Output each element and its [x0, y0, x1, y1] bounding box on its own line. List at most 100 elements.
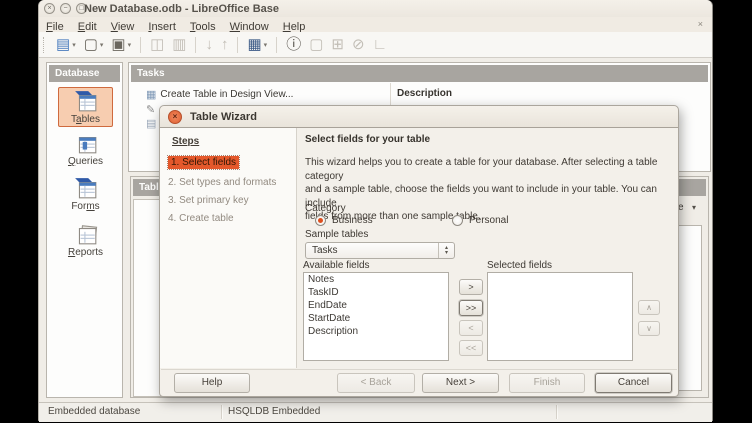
screen: × − □ New Database.odb - LibreOffice Bas… — [0, 0, 752, 423]
folder-icon: ▢ — [309, 37, 323, 53]
none-icon: ⊘ — [352, 37, 365, 53]
move-right-button[interactable]: > — [459, 279, 483, 295]
menubar: FileEditViewInsertToolsWindowHelp × — [39, 17, 712, 32]
description-header: Description — [397, 88, 452, 99]
radio-personal[interactable] — [452, 215, 463, 226]
open-button[interactable]: ▢▾ — [81, 36, 107, 54]
close-document-icon[interactable]: × — [698, 19, 703, 29]
radio-business[interactable] — [315, 215, 326, 226]
table-button[interactable]: ⊞ — [328, 36, 347, 54]
wizard-description: This wizard helps you to create a table … — [305, 156, 680, 224]
chevron-down-icon: ▾ — [72, 41, 76, 49]
tasks-panel-header: Tasks — [131, 65, 708, 82]
toolbar-grip[interactable] — [43, 37, 49, 53]
wizard-description-line: and a sample table, choose the fields yo… — [305, 183, 680, 210]
list-item[interactable]: EndDate — [304, 299, 448, 312]
sample-tables-dropdown[interactable]: Tasks ▴▾ — [305, 242, 455, 259]
wizard-main-pane: Select fields for your table This wizard… — [297, 128, 680, 368]
sample-tables-label: Sample tables — [305, 229, 368, 240]
chevron-down-icon: ▾ — [100, 41, 104, 49]
sidebar-item-tables[interactable]: Tables — [47, 89, 124, 125]
available-fields-listbox[interactable]: NotesTaskIDEndDateStartDateDescription — [303, 272, 449, 361]
dialog-close-icon[interactable]: × — [168, 110, 182, 124]
toolbar-separator — [140, 37, 141, 53]
form-button[interactable]: ▦▾ — [244, 36, 270, 54]
sidebar-item-forms[interactable]: Forms — [47, 176, 124, 212]
cancel-button[interactable]: Cancel — [595, 373, 672, 393]
wizard-description-line: This wizard helps you to create a table … — [305, 156, 680, 183]
move-up-button[interactable]: ∧ — [638, 300, 660, 315]
move-all-right-button[interactable]: >> — [459, 300, 483, 316]
chevron-down-icon[interactable]: ▾ — [692, 203, 696, 212]
save-button[interactable]: ▣▾ — [108, 36, 134, 54]
statusbar: Embedded database HSQLDB Embedded — [39, 402, 712, 422]
window-minimize-icon[interactable]: − — [60, 3, 71, 14]
form-icon: ▦ — [247, 37, 261, 53]
sort-descending-button[interactable]: ↑ — [218, 36, 232, 54]
stepper-arrows-icon[interactable]: ▴▾ — [438, 243, 454, 258]
sidebar-item-reports[interactable]: Reports — [47, 222, 124, 258]
toolbar-separator — [195, 37, 196, 53]
radio-label-business: Business — [332, 215, 373, 226]
copy-icon: ◫ — [150, 37, 164, 53]
database-panel-header: Database — [49, 65, 120, 82]
window-title: New Database.odb - LibreOffice Base — [84, 3, 279, 15]
selected-fields-listbox[interactable] — [487, 272, 633, 361]
footer-divider — [161, 369, 677, 370]
info-button[interactable]: ⓘ — [283, 36, 304, 54]
next-button[interactable]: Next > — [422, 373, 499, 393]
relation-button[interactable]: ∟ — [370, 36, 391, 54]
statusbar-engine: HSQLDB Embedded — [228, 406, 320, 417]
finish-button[interactable]: Finish — [509, 373, 585, 393]
move-left-button[interactable]: < — [459, 320, 483, 336]
statusbar-database-type: Embedded database — [48, 406, 140, 417]
table-wizard-dialog: × Table Wizard Steps 1. Select fields2. … — [159, 105, 679, 397]
pencil-icon: ✎ — [146, 104, 155, 116]
tables-icon — [71, 89, 101, 113]
wizard-step-3[interactable]: 3. Set primary key — [168, 195, 249, 206]
forms-icon — [71, 176, 101, 200]
dialog-title: Table Wizard — [190, 111, 257, 123]
sample-tables-value: Tasks — [312, 245, 338, 256]
help-button[interactable]: Help — [174, 373, 250, 393]
chevron-down-icon: ▾ — [128, 41, 132, 49]
move-down-button[interactable]: ∨ — [638, 321, 660, 336]
back-button[interactable]: < Back — [337, 373, 415, 393]
copy-button[interactable]: ◫ — [147, 36, 167, 54]
sidebar-item-label: Tables — [71, 114, 100, 125]
database-panel: Database Tables Queries Forms Reports — [46, 62, 123, 398]
sidebar-item-label: Reports — [68, 247, 103, 258]
titlebar: × − □ New Database.odb - LibreOffice Bas… — [39, 0, 712, 17]
statusbar-separator — [221, 405, 223, 419]
wizard-step-1[interactable]: 1. Select fields — [168, 156, 239, 169]
paste-button[interactable]: ▥ — [169, 36, 189, 54]
window-close-icon[interactable]: × — [44, 3, 55, 14]
sheet-icon: ▤ — [146, 118, 156, 130]
list-item[interactable]: Description — [304, 325, 448, 338]
wizard-step-2[interactable]: 2. Set types and formats — [168, 177, 276, 188]
folder-button[interactable]: ▢ — [306, 36, 326, 54]
wizard-step-4[interactable]: 4. Create table — [168, 213, 234, 224]
new-database-button[interactable]: ▤▾ — [53, 36, 79, 54]
none-button[interactable]: ⊘ — [349, 36, 368, 54]
toolbar-separator — [276, 37, 277, 53]
available-fields-label: Available fields — [303, 260, 370, 271]
list-item[interactable]: TaskID — [304, 286, 448, 299]
sidebar-item-queries[interactable]: Queries — [47, 131, 124, 167]
toolbar: ▤▾▢▾▣▾◫▥↓↑▦▾ⓘ▢⊞⊘∟ — [39, 32, 712, 58]
selected-fields-label: Selected fields — [487, 260, 552, 271]
list-item[interactable]: StartDate — [304, 312, 448, 325]
move-all-left-button[interactable]: << — [459, 340, 483, 356]
info-icon: ⓘ — [286, 37, 301, 53]
list-item[interactable]: Notes — [304, 273, 448, 286]
task-create-table-design-view[interactable]: ▦Create Table in Design View... — [146, 88, 293, 101]
toolbar-separator — [237, 37, 238, 53]
open-icon: ▢ — [84, 37, 98, 53]
new-database-icon: ▤ — [56, 37, 70, 53]
sort-ascending-button[interactable]: ↓ — [202, 36, 216, 54]
queries-icon — [71, 131, 101, 155]
reports-icon — [71, 222, 101, 246]
table-grid-icon: ▦ — [146, 89, 156, 101]
wizard-heading: Select fields for your table — [305, 134, 430, 145]
task-row[interactable]: ✎ — [146, 103, 159, 116]
